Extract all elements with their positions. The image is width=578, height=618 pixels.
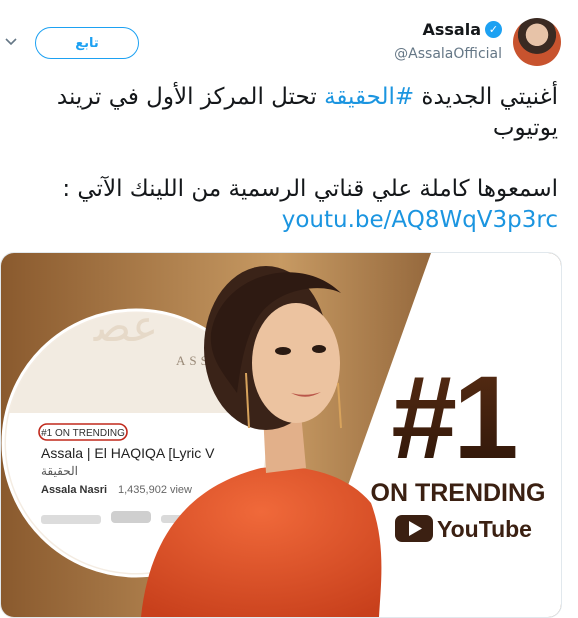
youtube-play-icon xyxy=(395,515,433,542)
trending-badge: #1 ON TRENDING xyxy=(41,428,125,439)
user-handle[interactable]: @AssalaOfficial xyxy=(394,46,502,62)
follow-button[interactable]: تابع xyxy=(35,27,139,59)
tweet-text-segment: أغنيتي الجديدة xyxy=(414,84,558,110)
user-name[interactable]: Assala xyxy=(422,20,481,39)
tweet: Assala ✓ @AssalaOfficial تابع أغنيتي الج… xyxy=(0,0,578,618)
tweet-line-2: اسمعوها كاملة علي قناتي الرسمية من اللين… xyxy=(20,174,558,236)
video-subtitle: الحقيقة xyxy=(41,464,78,478)
youtube-wordmark: YouTube xyxy=(437,516,532,542)
video-link[interactable]: youtu.be/AQ8WqV3p3rc xyxy=(282,207,558,233)
tweet-text: أغنيتي الجديدة #الحقيقة تحتل المركز الأو… xyxy=(20,82,558,236)
avatar[interactable] xyxy=(513,18,561,66)
tweet-line-1: أغنيتي الجديدة #الحقيقة تحتل المركز الأو… xyxy=(20,82,558,144)
tweet-text-segment: اسمعوها كاملة علي قناتي الرسمية من اللين… xyxy=(62,176,558,202)
user-name-row[interactable]: Assala ✓ xyxy=(422,20,502,39)
verified-badge-icon: ✓ xyxy=(485,21,502,38)
chevron-down-icon[interactable] xyxy=(4,34,18,48)
hashtag-link[interactable]: #الحقيقة xyxy=(324,84,414,110)
video-title: Assala | El HAQIQA [Lyric V xyxy=(41,445,215,461)
channel-name: Assala Nasri xyxy=(41,484,107,496)
tweet-media-image[interactable]: ﻋﺼ ASSALA #1 ON TRENDING Assala | El HAQ… xyxy=(0,252,562,618)
on-trending-label: ON TRENDING xyxy=(371,479,546,507)
big-rank-number: #1 xyxy=(391,352,516,484)
view-count: 1,435,902 view xyxy=(118,484,192,496)
